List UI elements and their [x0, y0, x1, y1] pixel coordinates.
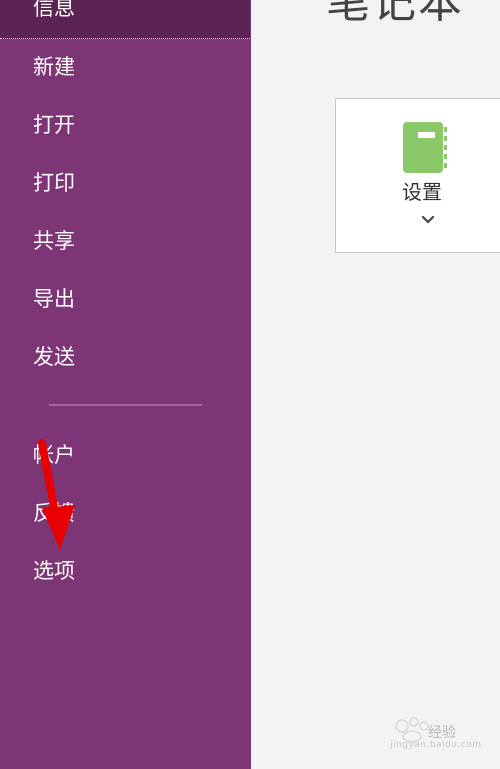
sidebar-item-info-label: 信息	[33, 0, 75, 20]
sidebar-item-print[interactable]: 打印	[33, 169, 75, 197]
sidebar-item-info[interactable]: 信息	[0, 0, 250, 39]
sidebar-item-send[interactable]: 发送	[33, 343, 75, 371]
settings-label: 设置	[402, 180, 442, 204]
sidebar-divider	[49, 404, 202, 406]
sidebar-item-share[interactable]: 共享	[33, 227, 75, 255]
page-title: 笔记本	[326, 0, 464, 28]
watermark-text: 经验	[428, 725, 456, 741]
sidebar-item-new[interactable]: 新建	[33, 53, 75, 81]
sidebar-item-feedback[interactable]: 反馈	[33, 499, 75, 527]
sidebar-item-account[interactable]: 帐户	[33, 441, 75, 469]
backstage-sidebar: 信息 新建 打开 打印 共享 导出 发送 帐户 反馈 选项	[0, 0, 251, 769]
chevron-down-icon[interactable]	[421, 215, 435, 225]
sidebar-item-options[interactable]: 选项	[33, 557, 75, 585]
watermark-url: jingyan.baidu.com	[390, 740, 482, 750]
sidebar-item-open[interactable]: 打开	[33, 111, 75, 139]
backstage-view: 信息 新建 打开 打印 共享 导出 发送 帐户 反馈 选项 笔记本 设置 经验 …	[0, 0, 500, 769]
sidebar-item-export[interactable]: 导出	[33, 285, 75, 313]
notebook-icon	[403, 122, 447, 173]
notebook-settings-button[interactable]: 设置	[335, 98, 500, 253]
